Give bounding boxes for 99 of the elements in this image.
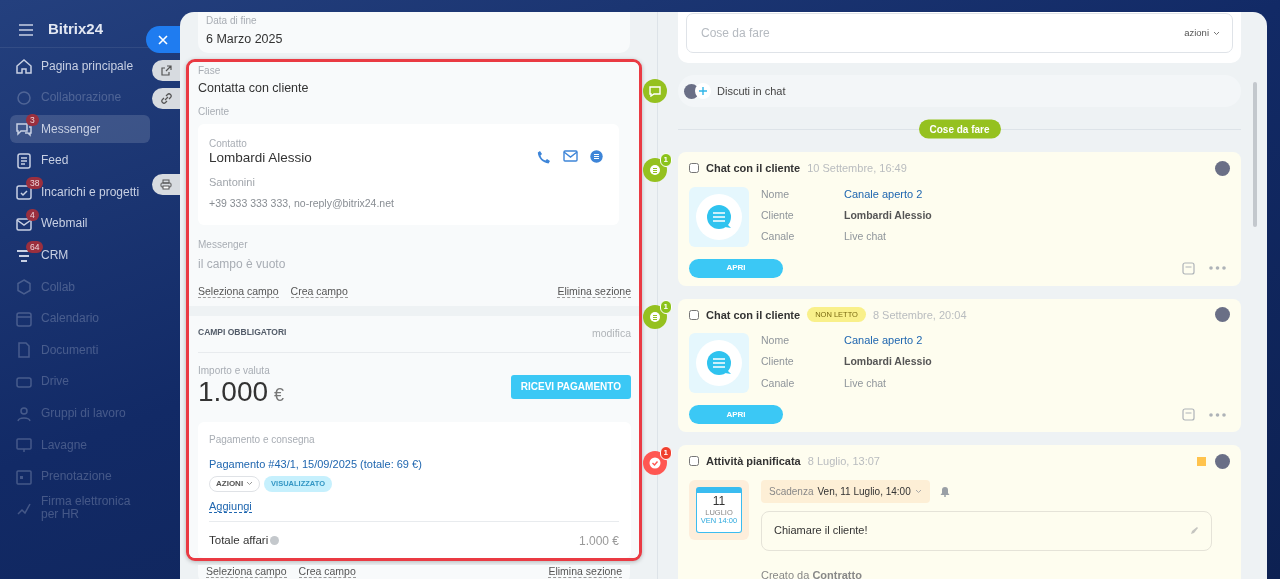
sidebar-item[interactable]: Feed [10,146,150,175]
open-new-window-button[interactable] [152,60,180,81]
more-icon[interactable] [1209,266,1226,270]
phone-icon[interactable] [537,150,551,164]
amount-value: 1.000 [198,376,269,407]
company-name: Santonini [209,175,256,190]
menu-item-icon [14,150,34,171]
delete-section-link[interactable]: Elimina sezione [557,285,631,299]
close-button[interactable] [146,26,180,53]
chat-glyph [649,164,661,176]
section-link[interactable]: Seleziona campo [198,285,279,299]
field-label: Nome [761,186,790,202]
field-value: Lombardi Alessio [844,354,932,370]
external-link-icon [160,65,172,76]
chat-bubble-drawing [696,193,742,240]
actions-menu[interactable]: azioni [1184,25,1209,41]
channel-link[interactable]: Canale aperto 2 [844,333,932,351]
field-label: Messenger [198,239,249,252]
menu-item-icon [14,56,34,76]
field-label: Cliente [198,106,231,118]
total-label: Totale affari [209,532,269,548]
comment-icon [649,85,661,97]
calendar-day: 11 [712,494,726,507]
count-badge: 38 [26,177,44,190]
add-participant-icon[interactable] [695,83,711,99]
link-icon [160,93,172,104]
activity-title: Chat con il cliente [706,161,801,176]
field-label: Cliente [761,354,795,370]
created-by: Creato da Contratto [761,567,863,579]
field-value: Live chat [844,375,888,391]
deadline-selector[interactable]: Scadenza Ven, 11 Luglio, 14:00 [761,479,930,503]
section-link[interactable]: Seleziona campo [206,564,287,578]
activity-time: 10 Settembre, 16:49 [807,161,907,176]
sidebar-item[interactable]: Webmail 4 [10,209,150,238]
count-badge: 1 [659,153,672,167]
checkbox[interactable] [689,163,699,174]
section-link[interactable]: Crea campo [298,564,356,578]
field-value: 6 Marzo 2025 [206,31,284,47]
section-link[interactable]: Crea campo [290,285,348,299]
channel-link[interactable]: Canale aperto 2 [844,186,932,204]
more-icon[interactable] [1209,412,1226,417]
count-badge: 1 [659,299,672,314]
activity-title: Attività pianificata [706,454,801,469]
field-label: Canale [761,229,796,245]
caret-icon [914,488,922,494]
currency: € [274,385,285,405]
total-value: 1.000 € [578,532,619,550]
field-value: Live chat [844,229,888,245]
copy-link-button[interactable] [152,88,180,109]
checkbox[interactable] [689,456,699,467]
delete-section-link[interactable]: Elimina sezione [548,564,622,578]
activity-time: 8 Settembre, 20:04 [872,307,967,323]
activity-time: 8 Luglio, 13:07 [807,454,880,469]
print-icon [160,179,172,190]
avatar [1215,453,1230,469]
section-title: CAMPI OBBLIGATORI [198,326,287,340]
actions-dropdown[interactable]: AZIONI [209,475,261,492]
scrollbar[interactable] [1253,82,1257,227]
field-label: Nome [761,333,790,348]
print-button[interactable] [152,174,180,195]
logo: Bitrix24 [48,19,104,40]
task-description: Chiamare il cliente! [774,523,868,539]
section-divider-label: Cose da fare [918,119,1001,139]
field-label: Fase [198,65,222,77]
check-glyph [649,457,661,469]
activity-title: Chat con il cliente [706,307,801,323]
caret-icon [1213,30,1220,36]
discuss-label[interactable]: Discuti in chat [717,82,786,100]
chat-bubble-drawing [696,340,742,386]
caret-icon [246,481,254,486]
field-label: Data di fine [206,15,258,27]
mail-icon[interactable] [563,150,578,162]
chat-glyph [649,310,661,323]
menu-icon[interactable] [18,23,34,36]
field-label: Canale [761,375,796,391]
field-label: Pagamento e consegna [209,434,316,446]
todo-input-field[interactable]: Cose da fare azioni [686,13,1233,53]
checkbox[interactable] [689,309,699,320]
contact-details: +39 333 333 333, no-reply@bitrix24.net [209,195,395,211]
field-label: Contatto [209,138,248,150]
bell-icon[interactable] [939,485,950,497]
avatar [1215,160,1230,176]
avatar [1215,307,1230,323]
count-badge: 3 [26,114,39,127]
sidebar-item[interactable]: Pagina principale [10,52,150,80]
count-badge: 1 [659,446,672,460]
contact-name[interactable]: Lombardi Alessio [209,150,537,166]
field-value: Lombardi Alessio [844,207,932,223]
add-link[interactable]: Aggiungi [209,499,252,513]
count-badge: 4 [26,208,39,221]
sidebar-item[interactable]: Messenger 3 [10,115,150,144]
field-value: il campo è vuoto [198,256,287,274]
field-value: Contatta con cliente [198,80,310,96]
close-icon [158,34,168,45]
menu-item-icon [14,277,34,298]
chat-icon[interactable] [590,150,603,163]
field-label: Cliente [761,207,795,223]
field-label: Importo e valuta [198,365,271,377]
payment-link[interactable]: Pagamento #43/1, 15/09/2025 (totale: 69 €) [209,456,619,473]
